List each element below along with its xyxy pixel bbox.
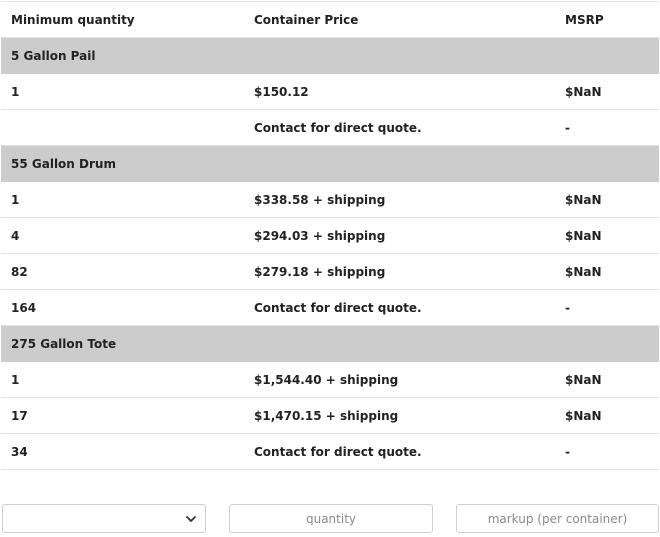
group-label: 5 Gallon Pail: [1, 37, 659, 74]
cell-msrp: -: [555, 433, 659, 470]
group-label: 55 Gallon Drum: [1, 145, 659, 182]
cell-price: $294.03 + shipping: [244, 217, 555, 254]
cell-price: $1,470.15 + shipping: [244, 397, 555, 434]
header-minimum-quantity: Minimum quantity: [1, 1, 244, 38]
cell-price: Contact for direct quote.: [244, 109, 555, 146]
cell-msrp: $NaN: [555, 397, 659, 434]
cell-msrp: $NaN: [555, 73, 659, 110]
cell-msrp: $NaN: [555, 217, 659, 254]
cell-quantity: 1: [1, 73, 244, 110]
table-row: 164 Contact for direct quote. -: [1, 289, 659, 326]
table-row: 34 Contact for direct quote. -: [1, 433, 659, 470]
cell-msrp: $NaN: [555, 253, 659, 290]
cell-msrp: $NaN: [555, 181, 659, 218]
quantity-input[interactable]: [229, 504, 433, 533]
cell-price: $1,544.40 + shipping: [244, 361, 555, 398]
cell-quantity: [1, 109, 244, 146]
cell-price: Contact for direct quote.: [244, 289, 555, 326]
calculator-controls: [1, 504, 659, 534]
cell-msrp: -: [555, 109, 659, 146]
cell-msrp: -: [555, 289, 659, 326]
cell-quantity: 4: [1, 217, 244, 254]
cell-price: $338.58 + shipping: [244, 181, 555, 218]
markup-input[interactable]: [456, 504, 659, 533]
group-row-275-gallon-tote: 275 Gallon Tote: [1, 325, 659, 362]
group-label: 275 Gallon Tote: [1, 325, 659, 362]
table-row: 82 $279.18 + shipping $NaN: [1, 253, 659, 290]
cell-quantity: 1: [1, 361, 244, 398]
header-container-price: Container Price: [244, 1, 555, 38]
chevron-down-icon: [186, 516, 196, 522]
cell-price: Contact for direct quote.: [244, 433, 555, 470]
table-row: 4 $294.03 + shipping $NaN: [1, 217, 659, 254]
cell-price: $279.18 + shipping: [244, 253, 555, 290]
table-header-row: Minimum quantity Container Price MSRP: [1, 1, 659, 38]
group-row-5-gallon-pail: 5 Gallon Pail: [1, 37, 659, 74]
table-row: 17 $1,470.15 + shipping $NaN: [1, 397, 659, 434]
table-row: Contact for direct quote. -: [1, 109, 659, 146]
cell-quantity: 164: [1, 289, 244, 326]
cell-price: $150.12: [244, 73, 555, 110]
cell-quantity: 34: [1, 433, 244, 470]
cell-quantity: 82: [1, 253, 244, 290]
cell-quantity: 1: [1, 181, 244, 218]
table-row: 1 $338.58 + shipping $NaN: [1, 181, 659, 218]
container-select[interactable]: [2, 504, 206, 533]
table-row: 1 $1,544.40 + shipping $NaN: [1, 361, 659, 398]
pricing-table: Minimum quantity Container Price MSRP 5 …: [1, 1, 659, 470]
header-msrp: MSRP: [555, 1, 659, 38]
table-row: 1 $150.12 $NaN: [1, 73, 659, 110]
cell-quantity: 17: [1, 397, 244, 434]
cell-msrp: $NaN: [555, 361, 659, 398]
group-row-55-gallon-drum: 55 Gallon Drum: [1, 145, 659, 182]
